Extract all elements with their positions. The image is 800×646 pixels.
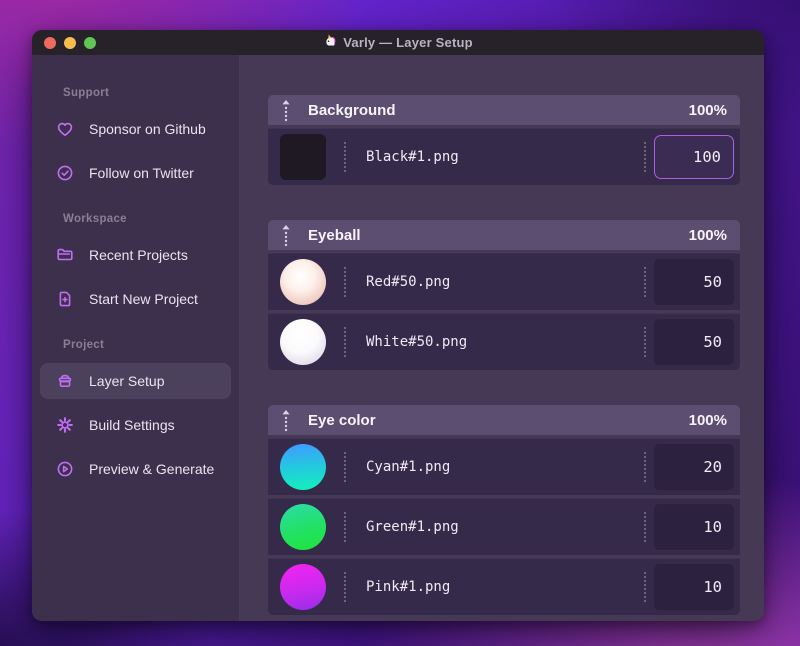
group-weight: 100% xyxy=(688,226,727,244)
sidebar-item-label: Start New Project xyxy=(89,291,198,307)
layer-thumbnail xyxy=(280,504,326,550)
sidebar-item-preview-generate[interactable]: Preview & Generate xyxy=(40,451,231,487)
dotted-divider xyxy=(644,512,646,542)
layer-group-background: Background 100% Black#1.png 100 xyxy=(268,95,740,185)
folder-icon xyxy=(55,245,75,265)
dotted-divider xyxy=(644,327,646,357)
minimize-button[interactable] xyxy=(64,36,76,49)
sidebar-item-label: Follow on Twitter xyxy=(89,165,194,181)
layer-filename: Red#50.png xyxy=(366,274,451,290)
document-plus-icon xyxy=(55,289,75,309)
dotted-divider xyxy=(644,142,646,172)
layer-row[interactable]: Cyan#1.png 20 xyxy=(268,438,740,495)
dotted-divider xyxy=(344,142,346,172)
drag-handle-icon[interactable] xyxy=(281,223,291,247)
layer-group-eye-color: Eye color 100% Cyan#1.png 20 Green#1.png… xyxy=(268,405,740,615)
dotted-divider xyxy=(644,267,646,297)
group-weight: 100% xyxy=(688,101,727,119)
sidebar-item-recent-projects[interactable]: Recent Projects xyxy=(40,237,231,273)
layer-weight-input[interactable]: 100 xyxy=(654,135,734,179)
unicorn-icon xyxy=(323,34,337,51)
traffic-lights xyxy=(44,30,96,55)
dotted-divider xyxy=(344,512,346,542)
sidebar-item-label: Build Settings xyxy=(89,417,175,433)
sidebar: Support Sponsor on Github Follow on Twit… xyxy=(32,55,240,621)
layer-thumbnail xyxy=(280,259,326,305)
layer-row[interactable]: White#50.png 50 xyxy=(268,313,740,370)
layer-weight-input[interactable]: 10 xyxy=(654,564,734,610)
section-label: Project xyxy=(63,339,105,351)
dotted-divider xyxy=(644,572,646,602)
layer-filename: Cyan#1.png xyxy=(366,459,451,475)
layer-group-eyeball: Eyeball 100% Red#50.png 50 White#50.png … xyxy=(268,220,740,370)
sidebar-section-support: Support Sponsor on Github Follow on Twit… xyxy=(40,87,231,191)
section-label: Support xyxy=(63,87,110,99)
layer-row[interactable]: Black#1.png 100 xyxy=(268,128,740,185)
dotted-divider xyxy=(644,452,646,482)
sidebar-item-label: Sponsor on Github xyxy=(89,121,206,137)
section-label: Workspace xyxy=(63,213,127,225)
layer-weight-input[interactable]: 10 xyxy=(654,504,734,550)
close-button[interactable] xyxy=(44,36,56,49)
layer-weight-input[interactable]: 20 xyxy=(654,444,734,490)
layer-weight-input[interactable]: 50 xyxy=(654,319,734,365)
app-window: Varly — Layer Setup Support Sponsor on G… xyxy=(32,30,764,621)
group-title: Background xyxy=(308,101,396,119)
badge-check-icon xyxy=(55,163,75,183)
layer-row[interactable]: Green#1.png 10 xyxy=(268,498,740,555)
layer-filename: Black#1.png xyxy=(366,149,459,165)
dotted-divider xyxy=(344,327,346,357)
zoom-button[interactable] xyxy=(84,36,96,49)
dotted-divider xyxy=(344,572,346,602)
layer-filename: White#50.png xyxy=(366,334,468,350)
window-title-text: Varly — Layer Setup xyxy=(343,35,473,50)
drag-handle-icon[interactable] xyxy=(281,408,291,432)
group-weight: 100% xyxy=(688,411,727,429)
layer-filename: Green#1.png xyxy=(366,519,459,535)
sidebar-item-build-settings[interactable]: Build Settings xyxy=(40,407,231,443)
layer-row[interactable]: Red#50.png 50 xyxy=(268,253,740,310)
group-header[interactable]: Background 100% xyxy=(268,95,740,125)
layer-weight-input[interactable]: 50 xyxy=(654,259,734,305)
layer-thumbnail xyxy=(280,564,326,610)
title-bar[interactable]: Varly — Layer Setup xyxy=(32,30,764,55)
dotted-divider xyxy=(344,452,346,482)
group-header[interactable]: Eyeball 100% xyxy=(268,220,740,250)
sidebar-item-follow-on-twitter[interactable]: Follow on Twitter xyxy=(40,155,231,191)
group-title: Eyeball xyxy=(308,226,361,244)
group-title: Eye color xyxy=(308,411,376,429)
sidebar-item-layer-setup[interactable]: Layer Setup xyxy=(40,363,231,399)
group-header[interactable]: Eye color 100% xyxy=(268,405,740,435)
layer-thumbnail xyxy=(280,444,326,490)
sidebar-item-label: Layer Setup xyxy=(89,373,165,389)
sidebar-item-start-new-project[interactable]: Start New Project xyxy=(40,281,231,317)
dotted-divider xyxy=(344,267,346,297)
drag-handle-icon[interactable] xyxy=(281,98,291,122)
sidebar-item-label: Recent Projects xyxy=(89,247,188,263)
gear-icon xyxy=(55,415,75,435)
play-circle-icon xyxy=(55,459,75,479)
sidebar-item-sponsor-on-github[interactable]: Sponsor on Github xyxy=(40,111,231,147)
heart-icon xyxy=(55,119,75,139)
sidebar-section-workspace: Workspace Recent Projects Start New Proj… xyxy=(40,213,231,317)
window-title: Varly — Layer Setup xyxy=(323,34,473,51)
sidebar-item-label: Preview & Generate xyxy=(89,461,215,477)
layer-thumbnail xyxy=(280,319,326,365)
archive-box-icon xyxy=(55,371,75,391)
layer-thumbnail xyxy=(280,134,326,180)
layer-row[interactable]: Pink#1.png 10 xyxy=(268,558,740,615)
layer-filename: Pink#1.png xyxy=(366,579,451,595)
sidebar-section-project: Project Layer Setup Build Settings Previ… xyxy=(40,339,231,487)
layer-setup-panel: Background 100% Black#1.png 100 Eyeball … xyxy=(240,55,764,621)
